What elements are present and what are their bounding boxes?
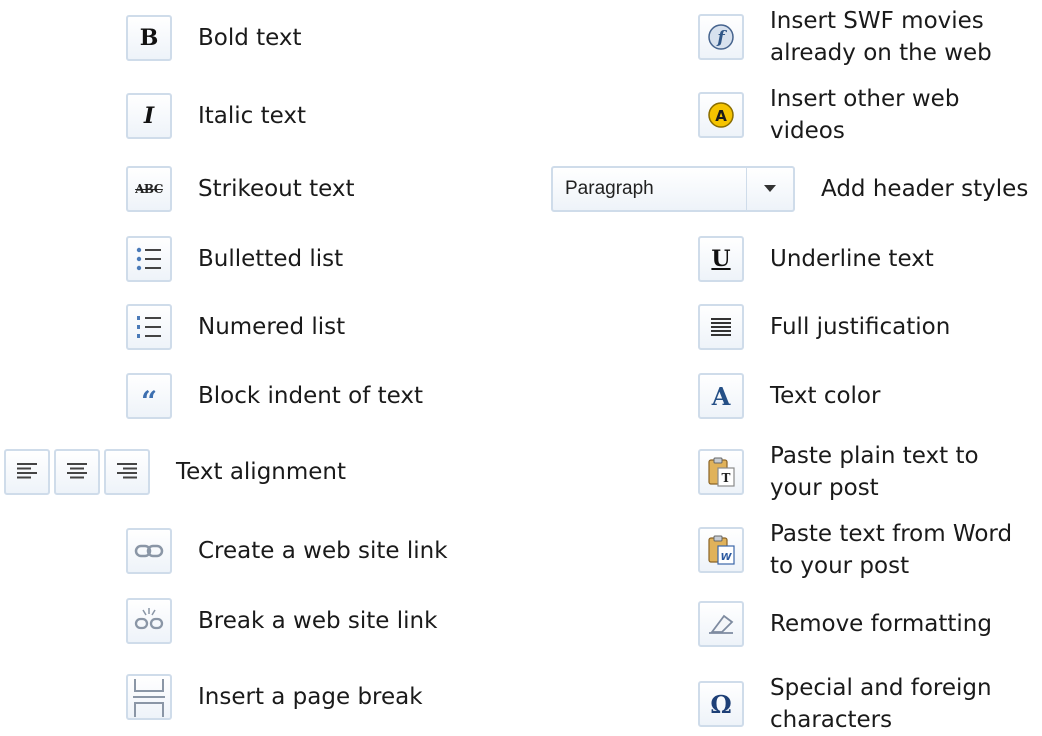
bold-row: B Bold text [126,15,302,61]
link-row: Create a web site link [126,528,448,574]
blockquote-icon: “ [140,384,158,418]
link-label: Create a web site link [198,538,448,564]
alignment-buttons [4,449,150,495]
bold-label: Bold text [198,25,302,51]
numbered-list-row: Numered list [126,304,345,350]
justify-row: Full justification [698,304,950,350]
bold-icon: B [139,25,159,51]
flash-icon: f [708,24,734,50]
unlink-row: Break a web site link [126,598,437,644]
link-icon [134,544,164,558]
align-left-button[interactable] [4,449,50,495]
svg-text:T: T [722,471,731,485]
svg-text:A: A [715,107,727,125]
text-color-icon: A [711,381,731,411]
blockquote-row: “ Block indent of text [126,373,423,419]
page-break-button[interactable] [126,674,172,720]
italic-button[interactable]: I [126,93,172,139]
text-alignment-row: Text alignment [4,449,346,495]
numbered-list-icon [137,316,161,338]
numbered-list-button[interactable] [126,304,172,350]
blockquote-button[interactable]: “ [126,373,172,419]
paste-text-row: T Paste plain text to your post [698,440,979,504]
underline-label: Underline text [770,246,934,272]
special-chars-label-line-1: Special and foreign [770,675,992,701]
special-chars-row: Ω Special and foreign characters [698,672,992,736]
video-label: Insert other web videos [770,83,959,147]
flash-button[interactable]: f [698,14,744,60]
remove-format-button[interactable] [698,601,744,647]
omega-icon: Ω [710,689,732,719]
flash-label-line-1: Insert SWF movies [770,8,984,34]
bulleted-list-row: Bulletted list [126,236,343,282]
justify-full-icon [711,318,731,336]
align-right-button[interactable] [104,449,150,495]
flash-row: f Insert SWF movies already on the web [698,5,992,69]
svg-text:W: W [720,552,732,563]
bulleted-list-icon [136,247,161,271]
align-center-icon [67,463,87,479]
video-icon: A [708,102,734,128]
remove-format-row: Remove formatting [698,601,992,647]
strikeout-button[interactable]: ABC [126,166,172,212]
page-break-icon [133,679,165,717]
format-select[interactable]: Paragraph [551,166,795,212]
bulleted-list-button[interactable] [126,236,172,282]
paste-word-label-line-2: to your post [770,553,910,579]
italic-label: Italic text [198,103,307,129]
paste-text-label: Paste plain text to your post [770,440,979,504]
link-button[interactable] [126,528,172,574]
eraser-icon [709,614,734,634]
justify-full-button[interactable] [698,304,744,350]
justify-full-label: Full justification [770,314,951,340]
page-break-row: Insert a page break [126,674,423,720]
text-color-label: Text color [770,383,881,409]
text-alignment-label: Text alignment [176,459,347,485]
paste-text-button[interactable]: T [698,449,744,495]
text-color-button[interactable]: A [698,373,744,419]
paste-word-row: W Paste text from Word to your post [698,518,1012,582]
strikeout-label: Strikeout text [198,176,355,202]
text-color-row: A Text color [698,373,880,419]
align-center-button[interactable] [54,449,100,495]
paste-text-label-line-1: Paste plain text to [770,443,979,469]
align-left-icon [17,463,37,479]
bulleted-list-label: Bulletted list [198,246,344,272]
video-button[interactable]: A [698,92,744,138]
flash-label: Insert SWF movies already on the web [770,5,992,69]
blockquote-label: Block indent of text [198,383,424,409]
special-chars-button[interactable]: Ω [698,681,744,727]
page-break-label: Insert a page break [198,684,423,710]
numbered-list-label: Numered list [198,314,346,340]
underline-icon: U [711,246,731,272]
underline-button[interactable]: U [698,236,744,282]
special-chars-label: Special and foreign characters [770,672,992,736]
remove-format-label: Remove formatting [770,611,992,637]
header-styles-row: Paragraph Add header styles [551,166,1028,212]
chevron-down-icon[interactable] [746,168,793,210]
bold-button[interactable]: B [126,15,172,61]
flash-label-line-2: already on the web [770,40,992,66]
header-styles-label: Add header styles [821,176,1029,202]
paste-text-icon: T [708,457,735,487]
italic-row: I Italic text [126,93,306,139]
strikeout-row: ABC Strikeout text [126,166,355,212]
paste-word-button[interactable]: W [698,527,744,573]
paste-word-label: Paste text from Word to your post [770,518,1012,582]
paste-word-icon: W [708,535,735,565]
video-row: A Insert other web videos [698,83,959,147]
unlink-button[interactable] [126,598,172,644]
underline-row: U Underline text [698,236,934,282]
unlink-icon [134,608,164,630]
paste-text-label-line-2: your post [770,475,879,501]
video-label-line-1: Insert other web [770,86,960,112]
format-select-value: Paragraph [565,178,654,199]
unlink-label: Break a web site link [198,608,438,634]
strikeout-icon: ABC [135,182,163,196]
italic-icon: I [143,103,155,129]
align-right-icon [117,463,137,479]
video-label-line-2: videos [770,118,845,144]
paste-word-label-line-1: Paste text from Word [770,521,1013,547]
special-chars-label-line-2: characters [770,707,893,733]
